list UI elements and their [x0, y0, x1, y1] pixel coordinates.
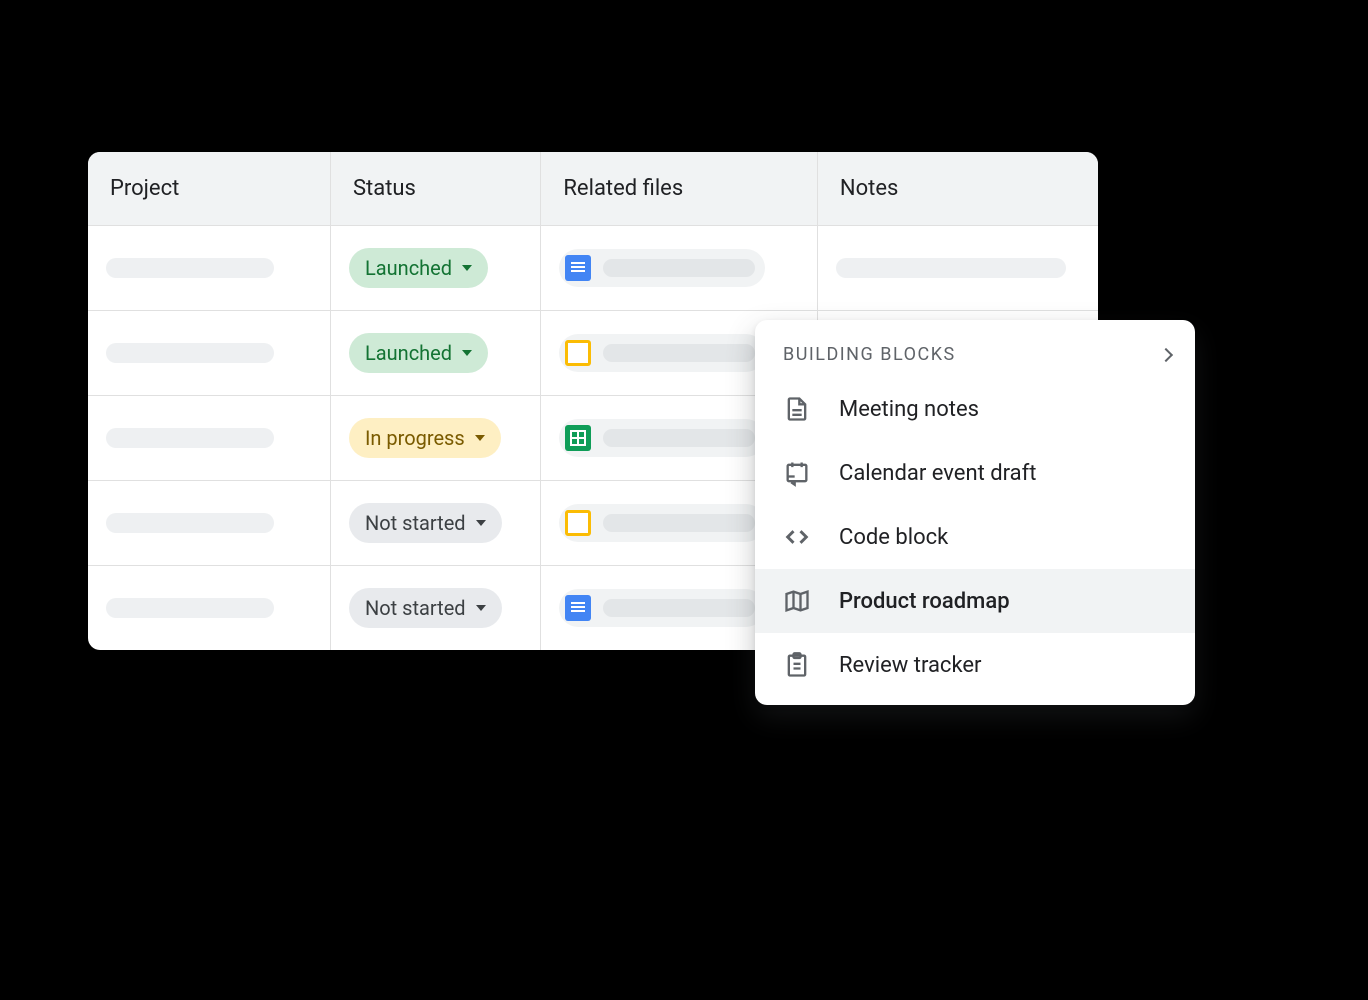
slides-icon — [565, 340, 591, 366]
docs-icon — [565, 255, 591, 281]
clipboard-icon — [783, 651, 811, 679]
menu-item-label: Review tracker — [839, 653, 982, 678]
placeholder-text — [603, 429, 755, 447]
placeholder-text — [603, 514, 755, 532]
chevron-down-icon — [462, 265, 472, 271]
status-label: Not started — [365, 596, 466, 620]
placeholder-text — [603, 344, 755, 362]
chevron-down-icon — [475, 435, 485, 441]
menu-heading: BUILDING BLOCKS — [783, 344, 956, 365]
menu-item-label: Product roadmap — [839, 589, 1010, 614]
menu-item-label: Meeting notes — [839, 397, 979, 422]
placeholder-text — [603, 259, 755, 277]
menu-item-calendar-event-draft[interactable]: Calendar event draft — [755, 441, 1195, 505]
docs-icon — [565, 595, 591, 621]
file-chip[interactable] — [559, 504, 765, 542]
building-blocks-menu: BUILDING BLOCKS Meeting notes Calendar ev… — [755, 320, 1195, 705]
placeholder-text — [106, 513, 274, 533]
status-label: Launched — [365, 341, 452, 365]
column-header-status: Status — [330, 152, 540, 226]
menu-item-label: Calendar event draft — [839, 461, 1037, 486]
menu-item-code-block[interactable]: Code block — [755, 505, 1195, 569]
status-label: In progress — [365, 426, 465, 450]
sheets-icon — [565, 425, 591, 451]
menu-header: BUILDING BLOCKS — [755, 328, 1195, 377]
status-chip[interactable]: In progress — [349, 418, 501, 458]
file-chip[interactable] — [559, 334, 765, 372]
status-chip[interactable]: Launched — [349, 248, 488, 288]
status-label: Not started — [365, 511, 466, 535]
slides-icon — [565, 510, 591, 536]
menu-item-label: Code block — [839, 525, 948, 550]
status-chip[interactable]: Launched — [349, 333, 488, 373]
code-icon — [783, 523, 811, 551]
column-header-notes: Notes — [817, 152, 1098, 226]
calendar-icon — [783, 459, 811, 487]
status-chip[interactable]: Not started — [349, 503, 502, 543]
status-label: Launched — [365, 256, 452, 280]
chevron-down-icon — [476, 605, 486, 611]
chevron-down-icon — [476, 520, 486, 526]
menu-item-meeting-notes[interactable]: Meeting notes — [755, 377, 1195, 441]
column-header-related-files: Related files — [541, 152, 818, 226]
placeholder-text — [106, 343, 274, 363]
chevron-down-icon — [462, 350, 472, 356]
chevron-right-icon[interactable] — [1159, 347, 1173, 361]
placeholder-text — [106, 428, 274, 448]
status-chip[interactable]: Not started — [349, 588, 502, 628]
file-icon — [783, 395, 811, 423]
placeholder-text — [106, 258, 274, 278]
column-header-project: Project — [88, 152, 330, 226]
file-chip[interactable] — [559, 249, 765, 287]
map-icon — [783, 587, 811, 615]
placeholder-text — [836, 258, 1066, 278]
menu-item-product-roadmap[interactable]: Product roadmap — [755, 569, 1195, 633]
file-chip[interactable] — [559, 419, 765, 457]
file-chip[interactable] — [559, 589, 765, 627]
table-row: Launched — [88, 226, 1098, 311]
placeholder-text — [603, 599, 755, 617]
placeholder-text — [106, 598, 274, 618]
menu-item-review-tracker[interactable]: Review tracker — [755, 633, 1195, 697]
